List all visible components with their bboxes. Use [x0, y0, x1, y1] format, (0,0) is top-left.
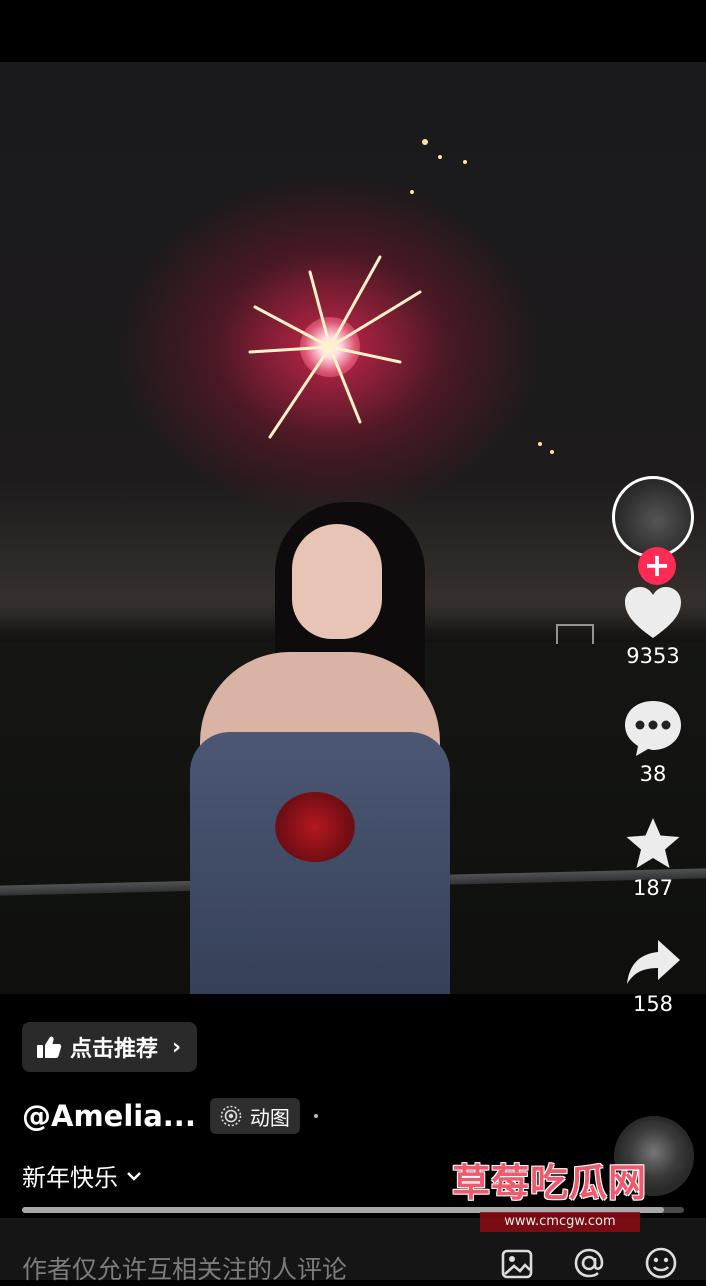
recommend-button[interactable]: 点击推荐 › [22, 1022, 198, 1072]
share-count: 158 [632, 992, 674, 1016]
like-count: 9353 [626, 644, 680, 668]
chevron-right-icon: › [172, 1034, 182, 1060]
heart-icon[interactable] [623, 586, 683, 640]
live-photo-icon [220, 1105, 242, 1127]
comment-action[interactable]: 38 [623, 698, 683, 786]
comment-input-hint[interactable]: 作者仅允许互相关注的人评论 [22, 1250, 347, 1286]
person [180, 502, 460, 994]
at-mention-icon[interactable] [572, 1246, 606, 1280]
author-name[interactable]: @Amelia... [22, 1099, 196, 1133]
follow-button[interactable]: + [638, 547, 676, 585]
star-icon[interactable] [624, 816, 682, 872]
animated-tag-label: 动图 [249, 1105, 290, 1130]
author-avatar[interactable]: + [612, 476, 694, 585]
image-icon[interactable] [500, 1246, 534, 1280]
comment-count: 38 [639, 762, 667, 786]
recommend-label: 点击推荐 [70, 1037, 159, 1062]
like-action[interactable]: 9353 [623, 586, 683, 668]
emoji-icon[interactable] [644, 1246, 678, 1280]
author-row: @Amelia... 动图 [22, 1096, 318, 1136]
animated-tag[interactable]: 动图 [209, 1098, 300, 1134]
favorite-count: 187 [632, 876, 674, 900]
action-rail: + 9353 38 187 158 [610, 476, 696, 1016]
favorite-action[interactable]: 187 [624, 816, 682, 900]
watermark-url: www.cmcgw.com [480, 1212, 640, 1232]
watermark-logo: 草莓吃瓜网 [452, 1161, 648, 1205]
goal-post [556, 624, 594, 644]
caption-text: 新年快乐 [22, 1164, 118, 1192]
separator-dot [313, 1114, 318, 1118]
thumbs-up-icon [37, 1036, 62, 1058]
share-action[interactable]: 158 [624, 936, 682, 1016]
comment-icon[interactable] [623, 698, 683, 758]
video-player[interactable] [0, 62, 706, 994]
caption[interactable]: 新年快乐 [22, 1158, 142, 1193]
chevron-down-icon [127, 1171, 141, 1181]
share-icon[interactable] [624, 936, 682, 988]
